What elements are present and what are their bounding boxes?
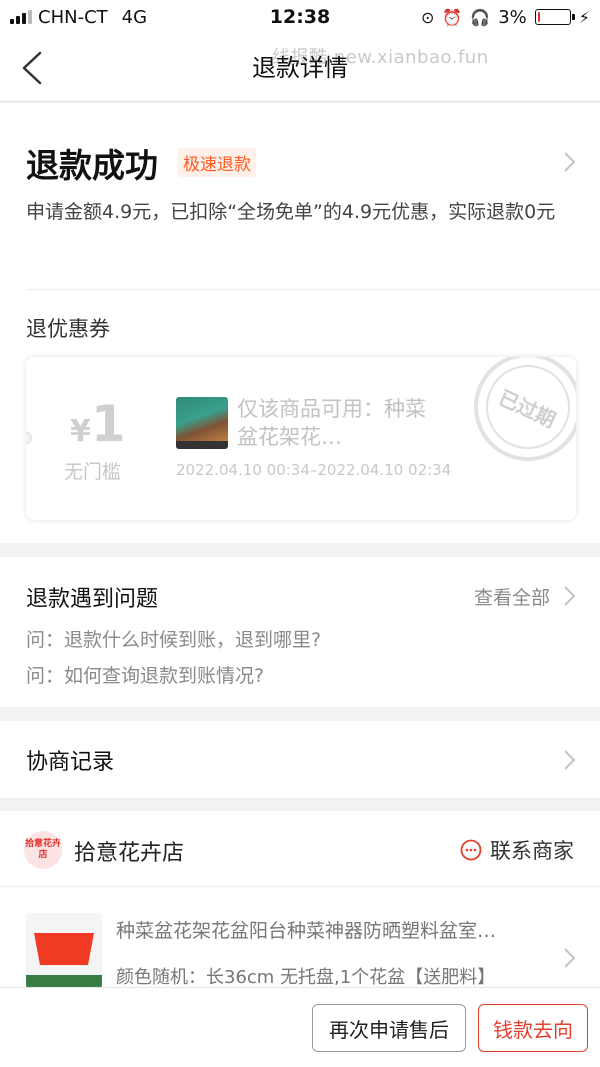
rotation-lock-icon: ⊙ [420, 7, 435, 27]
view-all-link[interactable]: 查看全部 [474, 583, 550, 610]
product-title[interactable]: 种菜盆花架花盆阳台种菜神器防晒塑料盆室… [116, 916, 546, 943]
coupon-threshold: 无门槛 [64, 461, 122, 483]
chevron-right-icon [564, 586, 576, 606]
battery-level [537, 12, 540, 22]
refund-status-title: 退款成功 [26, 146, 158, 185]
product-image[interactable] [26, 913, 102, 989]
chevron-left-icon [22, 51, 42, 85]
coupon-currency: ¥ [70, 414, 91, 449]
headphones-icon: 🎧 [470, 7, 491, 27]
battery-icon [534, 9, 575, 25]
faq-item[interactable]: 问：退款什么时候到账，退到哪里? [26, 625, 321, 652]
coupon-section-title: 退优惠券 [26, 317, 110, 341]
faq-title: 退款遇到问题 [26, 587, 159, 612]
coupon-amount: ¥1 [70, 395, 126, 453]
negotiation-record-title: 协商记录 [26, 750, 115, 775]
negotiation-chevron [562, 749, 576, 771]
view-all-chevron[interactable] [562, 585, 576, 607]
coupon-product-thumbnail [176, 397, 228, 449]
expired-stamp-text: 已过期 [472, 357, 576, 463]
refund-description: 申请金额4.9元，已扣除“全场免单”的4.9元优惠，实际退款0元 [26, 201, 556, 223]
contact-seller-button[interactable]: 联系商家 [460, 835, 574, 865]
refund-faq-card: 退款遇到问题 查看全部 问：退款什么时候到账，退到哪里? 问：如何查询退款到账情… [0, 557, 600, 707]
page-title: 退款详情 [252, 54, 348, 82]
coupon-name: 仅该商品可用：种菜盆花架花… [237, 397, 426, 449]
refund-flow-button[interactable]: 钱款去向 [478, 1004, 588, 1052]
coupon-validity: 2022.04.10 00:34–2022.04.10 02:34 [176, 461, 452, 479]
carrier-name: CHN-CT [38, 6, 108, 28]
negotiation-record-row[interactable]: 协商记录 [0, 721, 600, 798]
product-spec: 颜色随机：长36cm 无托盘,1个花盆【送肥料】 [116, 967, 496, 988]
coupon-notch [26, 431, 32, 445]
refund-detail-chevron[interactable] [562, 151, 576, 173]
battery-percent: 3% [498, 6, 527, 28]
status-bar: CHN-CT 4G 12:38 ⊙ ⏰ 🎧 3% ⚡ [0, 0, 600, 34]
section-divider [26, 289, 600, 290]
chevron-right-icon [564, 750, 576, 770]
chevron-right-icon [564, 948, 576, 968]
charging-bolt-icon: ⚡ [578, 7, 590, 27]
contact-seller-label: 联系商家 [490, 839, 574, 863]
coupon-value: 1 [90, 395, 126, 453]
shop-divider [0, 886, 600, 887]
alarm-icon: ⏰ [442, 7, 463, 27]
shop-name[interactable]: 拾意花卉店 [74, 835, 184, 867]
back-button[interactable] [18, 50, 48, 86]
chat-bubble-icon [460, 839, 482, 861]
signal-strength-icon [10, 10, 32, 24]
faq-item[interactable]: 问：如何查询退款到账情况? [26, 661, 264, 688]
expired-stamp: 已过期 [472, 357, 576, 463]
bottom-action-bar: 再次申请售后 钱款去向 [0, 987, 600, 1067]
chevron-right-icon [564, 152, 576, 172]
status-bar-left: CHN-CT 4G [0, 7, 200, 28]
network-type: 4G [121, 6, 148, 28]
refund-status-card: 退款成功 极速退款 申请金额4.9元，已扣除“全场免单”的4.9元优惠，实际退款… [0, 103, 600, 543]
reapply-after-sale-button[interactable]: 再次申请售后 [312, 1004, 466, 1052]
product-chevron[interactable] [562, 947, 576, 969]
status-bar-right: ⊙ ⏰ 🎧 3% ⚡ [421, 7, 590, 28]
fast-refund-badge: 极速退款 [178, 148, 256, 177]
shop-logo[interactable]: 拾意花卉店 [24, 831, 62, 869]
coupon-card: ¥1 无门槛 仅该商品可用：种菜盆花架花… 2022.04.10 00:34–2… [26, 357, 576, 520]
nav-bar: 线报酷 new.xianbao.fun 退款详情 [0, 34, 600, 102]
